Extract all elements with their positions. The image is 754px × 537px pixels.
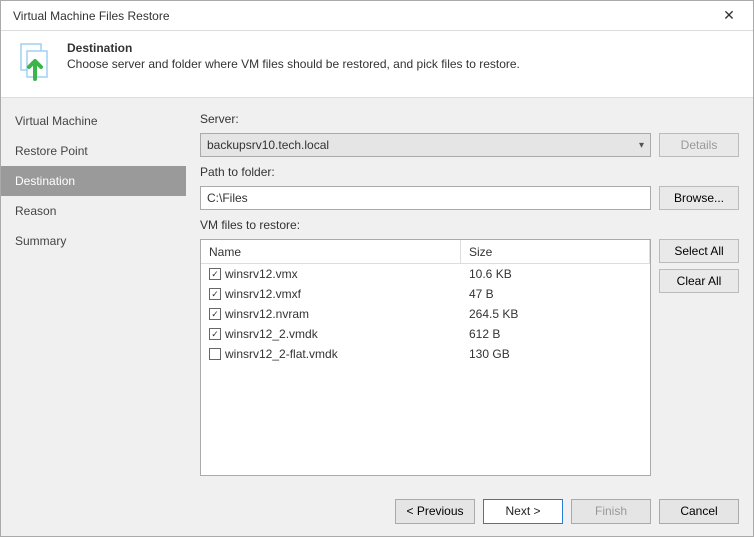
sidebar-item-reason[interactable]: Reason: [1, 196, 186, 226]
clear-all-button[interactable]: Clear All: [659, 269, 739, 293]
path-value: C:\Files: [207, 191, 248, 205]
details-button[interactable]: Details: [659, 133, 739, 157]
wizard-main: Server: backupsrv10.tech.local ▾ Details…: [186, 98, 753, 486]
select-all-button[interactable]: Select All: [659, 239, 739, 263]
server-select[interactable]: backupsrv10.tech.local ▾: [200, 133, 651, 157]
titlebar: Virtual Machine Files Restore ✕: [1, 1, 753, 31]
wizard-footer: < Previous Next > Finish Cancel: [1, 486, 753, 536]
file-checkbox[interactable]: [209, 268, 221, 280]
browse-button[interactable]: Browse...: [659, 186, 739, 210]
file-checkbox[interactable]: [209, 288, 221, 300]
finish-button[interactable]: Finish: [571, 499, 651, 524]
previous-button[interactable]: < Previous: [395, 499, 475, 524]
files-label: VM files to restore:: [200, 218, 739, 232]
file-size: 10.6 KB: [461, 267, 650, 281]
file-checkbox[interactable]: [209, 308, 221, 320]
file-name: winsrv12.nvram: [225, 307, 309, 321]
window: Virtual Machine Files Restore ✕ Destinat…: [0, 0, 754, 537]
file-name: winsrv12_2-flat.vmdk: [225, 347, 338, 361]
files-list: Name Size winsrv12.vmx10.6 KBwinsrv12.vm…: [200, 239, 651, 476]
col-header-name[interactable]: Name: [201, 240, 461, 263]
file-row[interactable]: winsrv12.vmx 10.6 KB: [201, 264, 650, 284]
window-title: Virtual Machine Files Restore: [13, 9, 170, 23]
file-row[interactable]: winsrv12_2.vmdk 612 B: [201, 324, 650, 344]
wizard-body: Virtual Machine Restore Point Destinatio…: [1, 98, 753, 486]
files-header: Name Size: [201, 240, 650, 264]
file-name: winsrv12.vmxf: [225, 287, 301, 301]
chevron-down-icon: ▾: [639, 140, 644, 151]
restore-icon: [15, 41, 55, 81]
sidebar-item-restore-point[interactable]: Restore Point: [1, 136, 186, 166]
sidebar-item-virtual-machine[interactable]: Virtual Machine: [1, 106, 186, 136]
file-size: 130 GB: [461, 347, 650, 361]
cancel-button[interactable]: Cancel: [659, 499, 739, 524]
server-value: backupsrv10.tech.local: [207, 138, 329, 152]
file-size: 264.5 KB: [461, 307, 650, 321]
wizard-title: Destination: [67, 41, 520, 55]
path-label: Path to folder:: [200, 165, 739, 179]
next-button[interactable]: Next >: [483, 499, 563, 524]
file-row[interactable]: winsrv12.nvram 264.5 KB: [201, 304, 650, 324]
sidebar-item-summary[interactable]: Summary: [1, 226, 186, 256]
file-name: winsrv12.vmx: [225, 267, 298, 281]
path-input[interactable]: C:\Files: [200, 186, 651, 210]
files-body: winsrv12.vmx10.6 KBwinsrv12.vmxf47 Bwins…: [201, 264, 650, 475]
sidebar-item-destination[interactable]: Destination: [1, 166, 186, 196]
file-row[interactable]: winsrv12_2-flat.vmdk 130 GB: [201, 344, 650, 364]
file-row[interactable]: winsrv12.vmxf 47 B: [201, 284, 650, 304]
file-size: 612 B: [461, 327, 650, 341]
col-header-size[interactable]: Size: [461, 240, 650, 263]
wizard-sidebar: Virtual Machine Restore Point Destinatio…: [1, 98, 186, 486]
wizard-header: Destination Choose server and folder whe…: [1, 31, 753, 98]
file-size: 47 B: [461, 287, 650, 301]
server-label: Server:: [200, 112, 739, 126]
file-checkbox[interactable]: [209, 328, 221, 340]
file-checkbox[interactable]: [209, 348, 221, 360]
wizard-header-text: Destination Choose server and folder whe…: [67, 41, 520, 81]
wizard-subtitle: Choose server and folder where VM files …: [67, 57, 520, 71]
close-icon[interactable]: ✕: [713, 6, 745, 26]
file-name: winsrv12_2.vmdk: [225, 327, 318, 341]
